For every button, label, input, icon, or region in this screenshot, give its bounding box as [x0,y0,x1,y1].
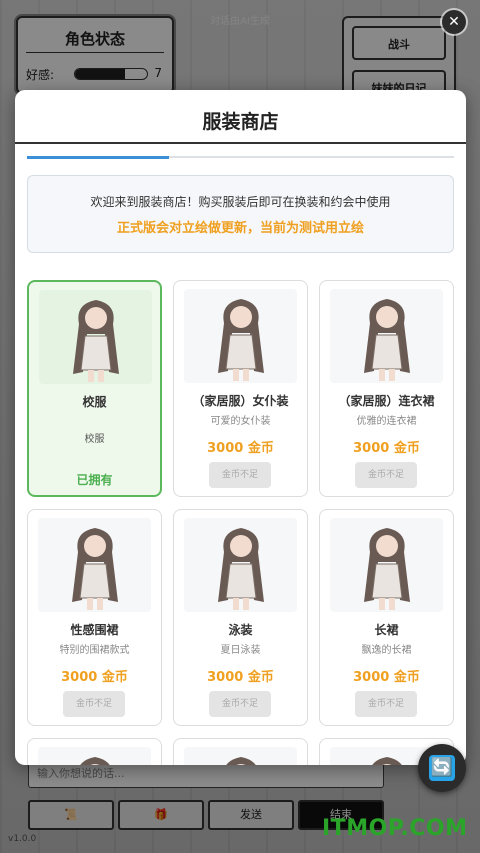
costume-card-swimsuit[interactable]: 泳装 夏日泳装 3000 金币 金币不足 [173,509,308,726]
costume-card-long-skirt[interactable]: 长裙 飘逸的长裙 3000 金币 金币不足 [319,509,454,726]
costume-portrait [330,289,443,383]
watermark-logo: ITMOP.COM [322,816,468,841]
character-figure [206,751,276,765]
costume-portrait [330,518,443,612]
costume-card-partial[interactable] [173,738,308,765]
welcome-text: 欢迎来到服装商店！购买服装后即可在换装和约会中使用 [90,195,391,209]
costume-name: 性感围裙 [70,623,119,637]
costume-price: 3000 金币 [61,670,128,685]
owned-label: 已拥有 [76,473,113,487]
character-figure [352,751,422,765]
modal-title: 服装商店 [202,111,279,133]
costume-desc: 夏日泳装 [220,645,261,656]
costume-portrait [38,518,151,612]
costume-portrait [184,289,297,383]
buy-button[interactable]: 金币不足 [63,691,125,717]
character-figure [206,293,276,383]
costume-portrait [39,290,152,384]
costume-desc: 校服 [84,434,105,445]
costume-price: 3000 金币 [353,670,420,685]
character-figure [61,294,131,384]
costume-name: （家居服）连衣裙 [338,394,435,408]
notice-text: 正式版会对立绘做更新，当前为测试用立绘 [116,221,364,236]
costume-card-maid[interactable]: （家居服）女仆装 可爱的女仆装 3000 金币 金币不足 [173,280,308,497]
costume-card-school-uniform[interactable]: 校服 校服 已拥有 [27,280,162,497]
costume-desc: 特别的围裙款式 [59,645,130,656]
costume-name: 校服 [82,395,107,409]
modal-header: 服装商店 [15,90,466,144]
costume-shop-modal: 服装商店 欢迎来到服装商店！购买服装后即可在换装和约会中使用 正式版会对立绘做更… [15,90,466,765]
costume-price: 3000 金币 [207,441,274,456]
buy-button[interactable]: 金币不足 [209,691,271,717]
buy-button[interactable]: 金币不足 [355,462,417,488]
character-figure [206,522,276,612]
character-figure [60,522,130,612]
character-figure [60,751,130,765]
costume-price: 3000 金币 [353,441,420,456]
costume-portrait [184,747,297,765]
costume-price: 3000 金币 [207,670,274,685]
refresh-button[interactable]: 🔄 [418,744,466,792]
welcome-box: 欢迎来到服装商店！购买服装后即可在换装和约会中使用 正式版会对立绘做更新，当前为… [27,175,454,253]
costume-desc: 可爱的女仆装 [210,416,271,427]
costume-name: 泳装 [228,623,253,637]
buy-button[interactable]: 金币不足 [209,462,271,488]
buy-button[interactable]: 金币不足 [355,691,417,717]
costume-card-partial[interactable] [27,738,162,765]
costume-portrait [38,747,151,765]
tab-active-indicator [27,156,169,159]
refresh-icon: 🔄 [429,755,455,781]
character-figure [352,522,422,612]
costume-card-apron[interactable]: 性感围裙 特别的围裙款式 3000 金币 金币不足 [27,509,162,726]
character-figure [352,293,422,383]
costume-desc: 飘逸的长裙 [361,645,412,656]
tab-bar[interactable] [27,156,454,159]
costume-desc: 优雅的连衣裙 [356,416,417,427]
close-button[interactable]: ✕ [442,10,466,34]
costume-card-dress[interactable]: （家居服）连衣裙 优雅的连衣裙 3000 金币 金币不足 [319,280,454,497]
costume-portrait [184,518,297,612]
costume-name: 长裙 [374,623,399,637]
costume-name: （家居服）女仆装 [192,394,289,408]
